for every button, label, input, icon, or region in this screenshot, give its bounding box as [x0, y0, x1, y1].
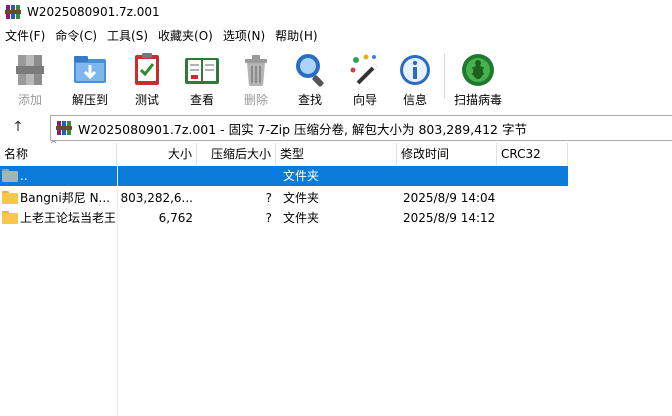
table-row-parent[interactable]: .. 文件夹	[0, 166, 568, 186]
scan-virus-label: 扫描病毒	[453, 93, 502, 107]
row-packed: ?	[265, 191, 272, 205]
delete-label: 删除	[243, 93, 268, 107]
up-arrow-icon[interactable]: ↑	[0, 113, 36, 141]
virus-scan-icon	[459, 51, 497, 89]
view-button[interactable]: 查看	[174, 48, 230, 110]
folder-up-icon	[2, 169, 18, 182]
delete-button[interactable]: 删除	[230, 48, 282, 110]
menu-file[interactable]: 文件(F)	[0, 26, 50, 46]
row-name: 上老王论坛当老王	[20, 211, 115, 225]
wizard-label: 向导	[352, 93, 377, 107]
path-field[interactable]: W2025080901.7z.001 - 固实 7-Zip 压缩分卷, 解包大小…	[50, 115, 672, 141]
row-name: ..	[20, 169, 28, 183]
row-modified: 2025/8/9 14:04	[403, 191, 496, 205]
row-size	[117, 166, 193, 186]
info-label: 信息	[402, 93, 427, 107]
column-crc32[interactable]: CRC32	[497, 143, 568, 165]
table-row[interactable]: 上老王论坛当老王 6,762 ? 文件夹 2025/8/9 14:12	[0, 208, 568, 228]
test-icon	[128, 51, 166, 89]
extract-to-label: 解压到	[71, 93, 108, 107]
row-modified: 2025/8/9 14:12	[403, 211, 496, 225]
view-book-icon	[183, 51, 221, 89]
find-label: 查找	[297, 93, 322, 107]
find-button[interactable]: 查找	[282, 48, 338, 110]
info-button[interactable]: 信息	[392, 48, 438, 110]
menu-favorites[interactable]: 收藏夹(O)	[153, 26, 218, 46]
folder-icon	[2, 211, 18, 224]
column-size[interactable]: 大小	[117, 143, 197, 165]
row-modified	[403, 166, 497, 186]
add-button[interactable]: 添加	[0, 48, 60, 110]
menu-commands[interactable]: 命令(C)	[50, 26, 102, 46]
wizard-button[interactable]: 向导	[338, 48, 392, 110]
list-header: ^ 名称 大小 压缩后大小 类型 修改时间 CRC32	[0, 140, 672, 165]
address-bar: ↑ W2025080901.7z.001 - 固实 7-Zip 压缩分卷, 解包…	[0, 113, 672, 141]
path-text: W2025080901.7z.001 - 固实 7-Zip 压缩分卷, 解包大小…	[78, 121, 527, 137]
trash-icon	[237, 51, 275, 89]
file-list: ^ 名称 大小 压缩后大小 类型 修改时间 CRC32 .. 文件夹 Bangn…	[0, 140, 672, 416]
folder-icon	[2, 191, 18, 204]
column-packed[interactable]: 压缩后大小	[197, 143, 276, 165]
magnifier-icon	[291, 51, 329, 89]
extract-to-icon	[71, 51, 109, 89]
window-title: W2025080901.7z.001	[27, 5, 160, 19]
toolbar-separator	[444, 54, 445, 98]
row-size: 803,282,6...	[120, 191, 193, 205]
view-label: 查看	[189, 93, 214, 107]
menu-bar: 文件(F) 命令(C) 工具(S) 收藏夹(O) 选项(N) 帮助(H)	[0, 26, 672, 46]
row-size: 6,762	[158, 211, 193, 225]
scan-virus-button[interactable]: 扫描病毒	[449, 48, 507, 110]
menu-tools[interactable]: 工具(S)	[102, 26, 153, 46]
column-name[interactable]: 名称	[0, 143, 117, 165]
row-name: Bangni邦尼 N...	[20, 191, 110, 205]
extract-to-button[interactable]: 解压到	[60, 48, 120, 110]
add-archive-icon	[11, 51, 49, 89]
menu-options[interactable]: 选项(N)	[218, 26, 270, 46]
wizard-wand-icon	[346, 51, 384, 89]
winrar-app-icon	[5, 4, 21, 20]
table-row[interactable]: Bangni邦尼 N... 803,282,6... ? 文件夹 2025/8/…	[0, 188, 568, 208]
row-packed: ?	[265, 211, 272, 225]
menu-help[interactable]: 帮助(H)	[270, 26, 322, 46]
row-type: 文件夹	[283, 191, 320, 205]
column-modified[interactable]: 修改时间	[397, 143, 497, 165]
toolbar: 添加 解压到 测试 查看 删除 查找 向导 信息 扫描病毒	[0, 48, 672, 110]
name-column-divider	[117, 165, 118, 416]
row-type: 文件夹	[283, 211, 320, 225]
column-type[interactable]: 类型	[276, 143, 397, 165]
row-type: 文件夹	[283, 169, 320, 183]
row-packed	[197, 166, 272, 186]
info-icon	[396, 51, 434, 89]
archive-icon	[56, 120, 72, 136]
add-label: 添加	[17, 93, 42, 107]
title-bar: W2025080901.7z.001	[0, 0, 672, 24]
test-label: 测试	[134, 93, 159, 107]
test-button[interactable]: 测试	[120, 48, 174, 110]
